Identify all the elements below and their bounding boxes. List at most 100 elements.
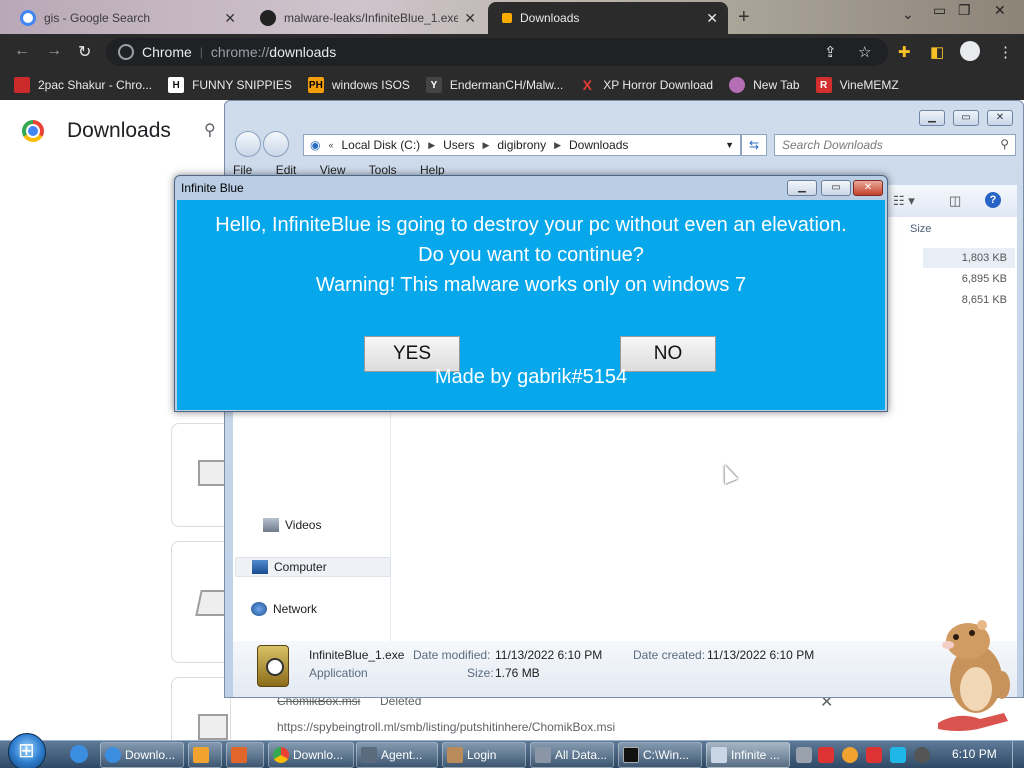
nav-item-label: Videos [285, 518, 322, 532]
network-icon [251, 602, 267, 616]
command-prompt-icon [623, 747, 639, 763]
bookmark-star-icon[interactable]: ☆ [858, 43, 871, 61]
minimize-icon[interactable]: ▭ [933, 2, 946, 19]
tray-display-icon[interactable] [890, 747, 906, 763]
tray-app-icon[interactable] [796, 747, 812, 763]
bookmark-2pac[interactable]: 2pac Shakur - Chro... [14, 77, 152, 93]
close-tab-icon[interactable]: ✕ [464, 10, 476, 27]
bookmark-new-tab[interactable]: New Tab [729, 77, 800, 93]
view-options-icon[interactable]: ☷ ▾ [893, 193, 915, 209]
bookmark-funny-snippies[interactable]: H FUNNY SNIPPIES [168, 77, 292, 93]
taskbar-item-all-data[interactable]: All Data... [530, 742, 614, 768]
back-icon[interactable] [235, 131, 261, 157]
search-icon[interactable]: ⚲ [1000, 137, 1009, 151]
forward-icon[interactable] [263, 131, 289, 157]
close-tab-icon[interactable]: ✕ [706, 10, 718, 27]
tray-antivirus-icon[interactable] [818, 747, 834, 763]
tab-github[interactable]: malware-leaks/InfiniteBlue_1.exe ✕ [250, 2, 486, 34]
download-card [171, 541, 231, 663]
search-icon[interactable]: ⚲ [204, 120, 216, 140]
preview-pane-icon[interactable]: ◫ [949, 193, 961, 209]
details-type: Application [309, 666, 368, 680]
tab-downloads[interactable]: Downloads ✕ [488, 2, 728, 34]
restore-icon[interactable]: ❐ [958, 2, 971, 19]
bookmark-favicon-icon: H [168, 77, 185, 93]
search-input[interactable]: Search Downloads ⚲ [774, 134, 1016, 156]
reload-icon[interactable]: ↻ [78, 42, 91, 62]
menu-kebab-icon[interactable]: ⋮ [998, 43, 1013, 61]
bookmark-label: windows ISOS [331, 78, 410, 92]
back-icon[interactable]: ← [14, 42, 30, 60]
taskbar-item-ie-downloads[interactable]: Downlo... [100, 742, 184, 768]
tab-label: malware-leaks/InfiniteBlue_1.exe [284, 11, 459, 25]
bookmark-vinememz[interactable]: R VineMEMZ [815, 77, 899, 93]
application-file-icon [257, 645, 289, 687]
chevron-right-icon[interactable]: ▶ [554, 140, 561, 151]
bookmark-endermanch[interactable]: Y EndermanCH/Malw... [425, 77, 564, 93]
tray-volume-icon[interactable] [914, 747, 930, 763]
tab-google-search[interactable]: gis - Google Search ✕ [10, 2, 246, 34]
sidepanel-icon[interactable]: ◧ [930, 43, 944, 61]
nav-item-network[interactable]: Network [251, 599, 317, 619]
taskbar-item-label: Downlo... [125, 748, 176, 762]
start-button[interactable] [8, 733, 46, 768]
share-icon[interactable]: ⇪ [824, 43, 837, 61]
column-header-size[interactable]: Size [910, 223, 931, 235]
chevron-down-icon[interactable]: ▼ [725, 140, 734, 150]
help-icon[interactable]: ? [985, 192, 1001, 208]
system-clock[interactable]: 6:10 PM [952, 747, 997, 761]
app-icon [711, 747, 727, 763]
address-bar[interactable]: Chrome | chrome://downloads [106, 38, 888, 66]
taskbar-item-cmd[interactable]: C:\Win... [618, 742, 702, 768]
dialog-message: Hello, InfiniteBlue is going to destroy … [215, 214, 847, 236]
taskbar-item-label: Agent... [381, 748, 423, 762]
taskbar-item-login[interactable]: Login [442, 742, 526, 768]
download-url[interactable]: https://spybeingtroll.ml/smb/listing/put… [277, 720, 615, 734]
file-thumbnail-icon [198, 714, 228, 740]
breadcrumb-item[interactable]: Users [443, 138, 474, 152]
taskbar-item-chrome-downloads[interactable]: Downlo... [268, 742, 354, 768]
close-icon[interactable]: ✕ [853, 180, 883, 196]
bookmark-xp-horror[interactable]: X XP Horror Download [579, 77, 714, 93]
dialog-body: Hello, InfiniteBlue is going to destroy … [177, 200, 885, 410]
show-desktop-button[interactable] [1012, 741, 1024, 768]
close-window-icon[interactable]: ✕ [994, 2, 1006, 19]
nav-item-videos[interactable]: Videos [263, 515, 321, 535]
close-tab-icon[interactable]: ✕ [224, 10, 236, 27]
chevron-left-icon[interactable]: « [328, 140, 333, 150]
minimize-icon[interactable]: ▁ [787, 180, 817, 196]
tab-search-icon[interactable]: ⌄ [902, 6, 914, 23]
refresh-icon[interactable]: ⇆ [741, 134, 767, 156]
details-filename: InfiniteBlue_1.exe [309, 648, 405, 662]
close-icon[interactable]: ✕ [987, 110, 1013, 126]
explorer-address-bar[interactable]: ◉ « Local Disk (C:) ▶ Users ▶ digibrony … [303, 134, 741, 156]
explorer-nav-buttons [235, 131, 291, 160]
maximize-icon[interactable]: ▭ [821, 180, 851, 196]
tray-search-icon[interactable] [842, 747, 858, 763]
page-title: Downloads [67, 119, 171, 142]
profile-avatar-icon[interactable] [960, 41, 980, 61]
breadcrumb-item[interactable]: Local Disk (C:) [342, 138, 421, 152]
bookmark-windows-isos[interactable]: PH windows ISOS [307, 77, 410, 93]
chevron-right-icon[interactable]: ▶ [482, 140, 489, 151]
taskbar-item-agent[interactable]: Agent... [356, 742, 438, 768]
extensions-icon[interactable]: ✚ [898, 43, 911, 61]
chevron-right-icon[interactable]: ▶ [428, 140, 435, 151]
internet-explorer-icon[interactable] [70, 745, 88, 763]
breadcrumb-item[interactable]: Downloads [569, 138, 628, 152]
bookmark-label: EndermanCH/Malw... [449, 78, 564, 92]
maximize-icon[interactable]: ▭ [953, 110, 979, 126]
new-tab-icon[interactable]: + [738, 6, 750, 29]
minimize-icon[interactable]: ▁ [919, 110, 945, 126]
forward-icon[interactable]: → [46, 42, 62, 60]
bookmark-favicon-icon: Y [425, 77, 442, 93]
omnibox-url[interactable]: chrome://downloads [211, 44, 336, 60]
taskbar-item-media-player[interactable] [188, 742, 222, 768]
taskbar-item-infinite-blue[interactable]: Infinite ... [706, 742, 790, 768]
tray-flag-icon[interactable] [866, 747, 882, 763]
nav-item-computer[interactable]: Computer [235, 557, 391, 577]
tab-label: Downloads [520, 11, 580, 25]
download-card [171, 677, 231, 747]
breadcrumb-item[interactable]: digibrony [497, 138, 546, 152]
taskbar-item-paint[interactable] [226, 742, 264, 768]
